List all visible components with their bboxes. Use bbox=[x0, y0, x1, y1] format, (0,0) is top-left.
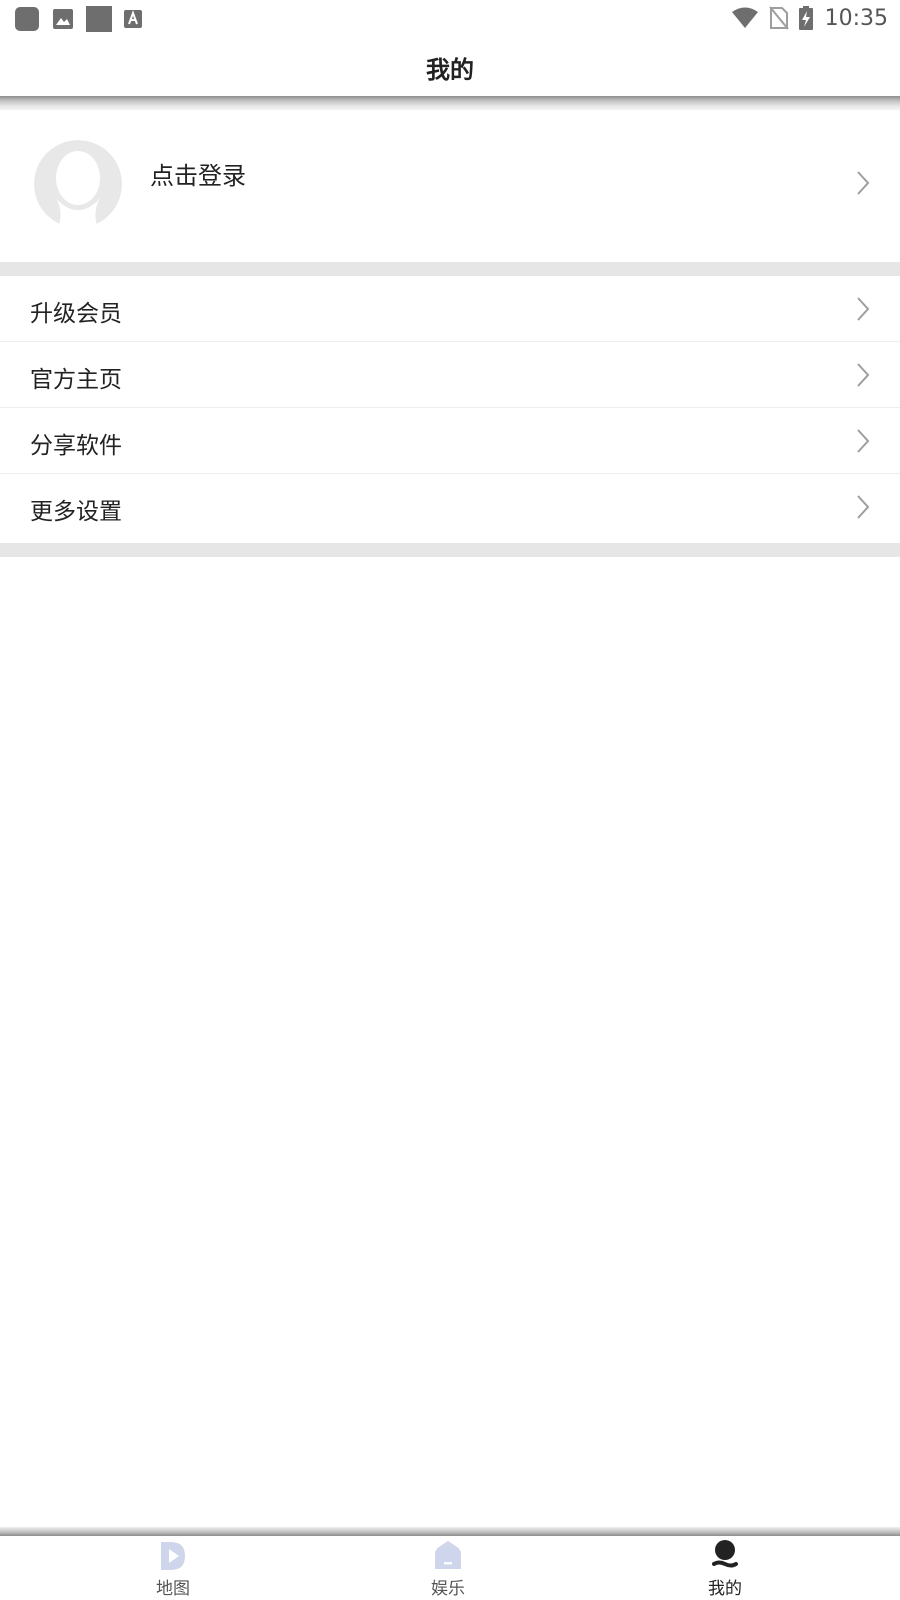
chevron-right-icon bbox=[857, 429, 870, 453]
square-icon bbox=[86, 6, 112, 32]
menu-item-label: 升级会员 bbox=[30, 301, 122, 327]
status-bar-notifications bbox=[14, 6, 154, 32]
title-bar: 我的 bbox=[0, 36, 900, 96]
status-time: 10:35 bbox=[824, 5, 888, 31]
user-icon bbox=[712, 1540, 738, 1568]
nav-tab-mine[interactable]: 我的 bbox=[650, 1536, 800, 1600]
battery-charging-icon bbox=[798, 6, 813, 30]
status-bar: 10:35 bbox=[0, 0, 900, 36]
bottom-nav-shadow bbox=[0, 1527, 900, 1536]
nav-tab-map[interactable]: 地图 bbox=[98, 1536, 248, 1600]
chevron-right-icon bbox=[857, 495, 870, 519]
menu-item-upgrade-vip[interactable]: 升级会员 bbox=[0, 276, 900, 342]
login-row[interactable]: 点击登录 bbox=[0, 110, 900, 262]
play-icon bbox=[161, 1542, 185, 1570]
section-divider bbox=[0, 543, 900, 557]
wifi-icon bbox=[731, 7, 758, 28]
image-icon bbox=[53, 9, 73, 29]
login-label: 点击登录 bbox=[150, 162, 246, 190]
menu-item-label: 分享软件 bbox=[30, 433, 122, 459]
app-icon bbox=[15, 7, 39, 31]
page-title: 我的 bbox=[426, 56, 474, 84]
nav-label: 娱乐 bbox=[431, 1579, 465, 1599]
section-divider bbox=[0, 262, 900, 276]
menu-item-label: 官方主页 bbox=[30, 367, 122, 393]
menu-item-official-homepage[interactable]: 官方主页 bbox=[0, 342, 900, 408]
avatar bbox=[34, 140, 122, 228]
menu-item-share-app[interactable]: 分享软件 bbox=[0, 408, 900, 474]
screen: 10:35 我的 点击登录 升级会员 官方主页 分享软件 更多设置 地图 娱乐 … bbox=[0, 0, 900, 1600]
home-icon bbox=[435, 1541, 461, 1569]
title-bar-shadow bbox=[0, 96, 900, 110]
nav-label: 我的 bbox=[708, 1579, 742, 1599]
status-bar-system: 10:35 bbox=[731, 4, 888, 32]
no-sim-icon bbox=[768, 6, 789, 30]
nav-tab-entertainment[interactable]: 娱乐 bbox=[373, 1536, 523, 1600]
settings-menu: 升级会员 官方主页 分享软件 更多设置 bbox=[0, 276, 900, 540]
nav-label: 地图 bbox=[156, 1579, 190, 1599]
chevron-right-icon bbox=[857, 363, 870, 387]
menu-item-label: 更多设置 bbox=[30, 499, 122, 525]
font-icon bbox=[124, 10, 142, 28]
bottom-nav: 地图 娱乐 我的 bbox=[0, 1536, 900, 1600]
menu-item-more-settings[interactable]: 更多设置 bbox=[0, 474, 900, 540]
chevron-right-icon bbox=[857, 171, 870, 195]
chevron-right-icon bbox=[857, 297, 870, 321]
